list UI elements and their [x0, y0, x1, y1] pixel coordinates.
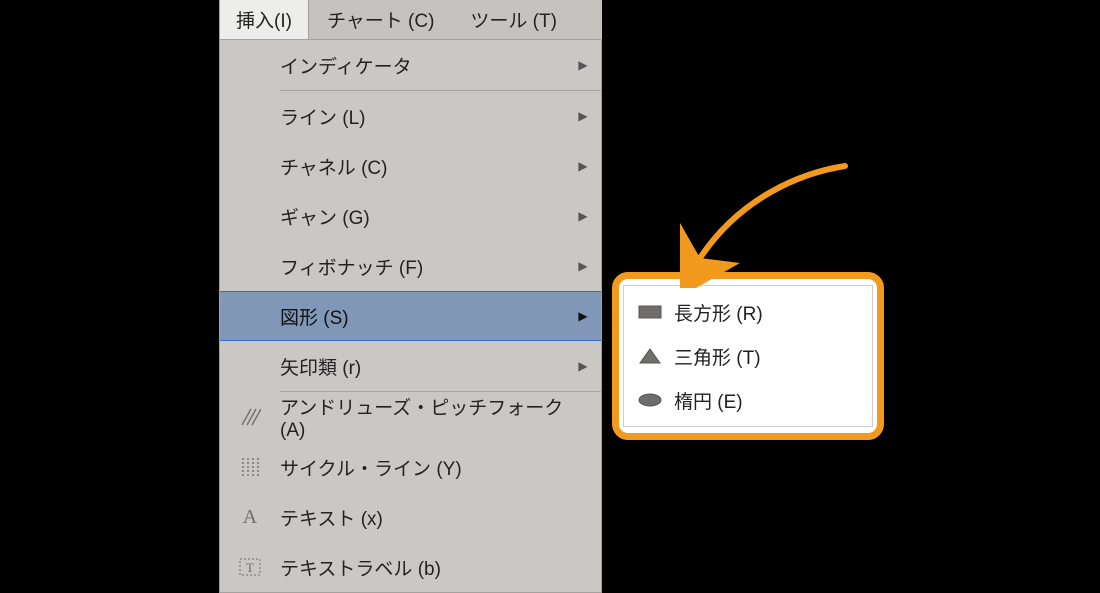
menu-label: 図形 (S): [280, 303, 565, 330]
menubar-item-insert[interactable]: 挿入(I): [219, 0, 309, 39]
insert-dropdown-menu: インディケータ ▶ ライン (L) ▶ チャネル (C) ▶ ギャン (G) ▶…: [219, 40, 602, 593]
menubar: 挿入(I) チャート (C) ツール (T): [219, 0, 602, 40]
submenu-item-ellipse[interactable]: 楕円 (E): [626, 378, 870, 422]
submenu-item-triangle[interactable]: 三角形 (T): [626, 334, 870, 378]
pitchfork-icon: [220, 406, 280, 428]
rectangle-icon: [626, 302, 674, 322]
submenu-arrow-icon: ▶: [565, 58, 601, 72]
menu-item-shapes[interactable]: 図形 (S) ▶: [220, 291, 601, 341]
submenu-item-rectangle[interactable]: 長方形 (R): [626, 290, 870, 334]
shapes-submenu-callout: 長方形 (R) 三角形 (T) 楕円 (E): [612, 272, 884, 440]
menu-item-text[interactable]: A テキスト (x): [220, 492, 601, 542]
menu-label: 矢印類 (r): [280, 353, 565, 380]
menubar-item-tools[interactable]: ツール (T): [452, 0, 575, 39]
menu-label: サイクル・ライン (Y): [280, 454, 565, 481]
submenu-label: 楕円 (E): [674, 387, 870, 414]
menu-item-gann[interactable]: ギャン (G) ▶: [220, 191, 601, 241]
submenu-arrow-icon: ▶: [565, 159, 601, 173]
submenu-arrow-icon: ▶: [565, 309, 601, 323]
menubar-item-chart[interactable]: チャート (C): [309, 0, 452, 39]
submenu-arrow-icon: ▶: [565, 359, 601, 373]
text-label-icon: T: [220, 556, 280, 578]
menu-label: ギャン (G): [280, 203, 565, 230]
submenu-arrow-icon: ▶: [565, 109, 601, 123]
menu-label: アンドリューズ・ピッチフォーク (A): [280, 393, 565, 442]
menu-item-arrows[interactable]: 矢印類 (r) ▶: [220, 341, 601, 391]
menu-item-pitchfork[interactable]: アンドリューズ・ピッチフォーク (A): [220, 392, 601, 442]
submenu-arrow-icon: ▶: [565, 259, 601, 273]
ellipse-icon: [626, 390, 674, 410]
menu-label: テキストラベル (b): [280, 554, 565, 581]
menu-item-indicator[interactable]: インディケータ ▶: [220, 40, 601, 90]
menu-item-cycle-line[interactable]: サイクル・ライン (Y): [220, 442, 601, 492]
menu-label: インディケータ: [280, 52, 565, 79]
menu-item-line[interactable]: ライン (L) ▶: [220, 91, 601, 141]
menu-item-fibonacci[interactable]: フィボナッチ (F) ▶: [220, 241, 601, 291]
text-icon: A: [220, 506, 280, 529]
menubar-label: ツール (T): [470, 6, 557, 33]
annotation-arrow-icon: [680, 158, 860, 288]
shapes-submenu: 長方形 (R) 三角形 (T) 楕円 (E): [623, 285, 873, 427]
menu-item-channel[interactable]: チャネル (C) ▶: [220, 141, 601, 191]
menu-label: チャネル (C): [280, 153, 565, 180]
menu-item-text-label[interactable]: T テキストラベル (b): [220, 542, 601, 592]
menu-label: フィボナッチ (F): [280, 253, 565, 280]
triangle-icon: [626, 345, 674, 367]
submenu-arrow-icon: ▶: [565, 209, 601, 223]
menubar-label: 挿入(I): [236, 6, 292, 33]
menu-label: ライン (L): [280, 103, 565, 130]
cycle-lines-icon: [220, 456, 280, 478]
submenu-label: 三角形 (T): [674, 343, 870, 370]
submenu-label: 長方形 (R): [674, 299, 870, 326]
menu-label: テキスト (x): [280, 504, 565, 531]
svg-text:T: T: [246, 560, 254, 575]
menubar-label: チャート (C): [327, 6, 434, 33]
